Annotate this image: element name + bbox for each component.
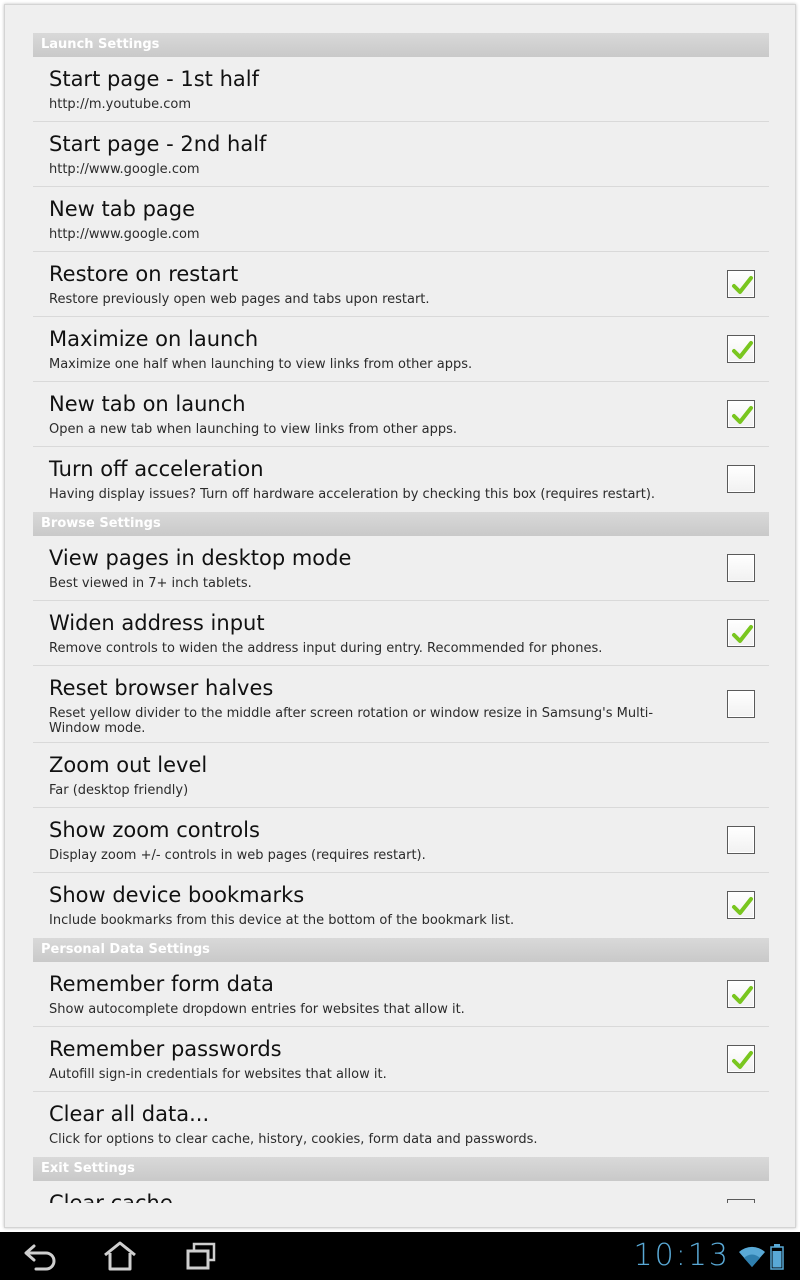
pref-title: Turn off acceleration — [49, 457, 264, 481]
section-header-launch: Launch Settings — [33, 33, 769, 57]
pref-summary: Maximize one half when launching to view… — [49, 357, 473, 372]
pref-reset-browser-halves[interactable]: Reset browser halves Reset yellow divider… — [33, 666, 769, 743]
pref-title: Start page - 2nd half — [49, 132, 267, 156]
checkbox-reset-browser-halves[interactable] — [727, 690, 755, 718]
wifi-icon — [738, 1246, 766, 1272]
recent-apps-icon[interactable] — [182, 1240, 222, 1272]
system-navigation-bar: 10:13 — [0, 1232, 800, 1280]
battery-icon — [770, 1244, 784, 1274]
checkmark-icon — [732, 341, 753, 359]
pref-show-zoom-controls[interactable]: Show zoom controls Display zoom +/- contr… — [33, 808, 769, 873]
pref-title: View pages in desktop mode — [49, 546, 352, 570]
preference-list[interactable]: Launch Settings Start page - 1st half http… — [33, 33, 769, 1203]
checkbox-remember-passwords[interactable] — [727, 1045, 755, 1073]
checkbox-restore-on-restart[interactable] — [727, 270, 755, 298]
pref-clear-all-data[interactable]: Clear all data... Click for options to cl… — [33, 1092, 769, 1157]
pref-restore-on-restart[interactable]: Restore on restart Restore previously ope… — [33, 252, 769, 317]
pref-summary: Include bookmarks from this device at th… — [49, 913, 515, 928]
pref-zoom-out-level[interactable]: Zoom out level Far (desktop friendly) — [33, 743, 769, 808]
checkbox-clear-cache[interactable] — [727, 1199, 755, 1203]
pref-title: Widen address input — [49, 611, 265, 635]
pref-summary: Display zoom +/- controls in web pages (… — [49, 848, 426, 863]
pref-widen-address-input[interactable]: Widen address input Remove controls to wi… — [33, 601, 769, 666]
pref-new-tab-on-launch[interactable]: New tab on launch Open a new tab when lau… — [33, 382, 769, 447]
pref-title: New tab page — [49, 197, 196, 221]
checkmark-icon — [732, 406, 753, 424]
settings-panel: Launch Settings Start page - 1st half http… — [4, 4, 796, 1228]
pref-summary: Best viewed in 7+ inch tablets. — [49, 576, 252, 591]
checkmark-icon — [732, 625, 753, 643]
pref-summary: Reset yellow divider to the middle after… — [49, 706, 654, 736]
pref-title: Start page - 1st half — [49, 67, 259, 91]
pref-summary: Restore previously open web pages and ta… — [49, 292, 430, 307]
settings-window: Launch Settings Start page - 1st half http… — [0, 0, 800, 1232]
pref-title: Remember form data — [49, 972, 274, 996]
pref-new-tab-page[interactable]: New tab page http://www.google.com — [33, 187, 769, 252]
pref-title: Maximize on launch — [49, 327, 259, 351]
pref-title: Show device bookmarks — [49, 883, 305, 907]
back-icon[interactable] — [22, 1240, 62, 1272]
pref-summary: Click for options to clear cache, histor… — [49, 1132, 538, 1147]
pref-summary: Having display issues? Turn off hardware… — [49, 487, 656, 502]
pref-summary: Far (desktop friendly) — [49, 783, 189, 798]
pref-start-page-1st-half[interactable]: Start page - 1st half http://m.youtube.co… — [33, 57, 769, 122]
section-header-exit: Exit Settings — [33, 1157, 769, 1181]
pref-title: Clear cache — [49, 1191, 173, 1203]
checkmark-icon — [732, 1051, 753, 1069]
pref-summary: Show autocomplete dropdown entries for w… — [49, 1002, 465, 1017]
section-header-personal: Personal Data Settings — [33, 938, 769, 962]
checkbox-widen-address-input[interactable] — [727, 619, 755, 647]
checkmark-icon — [732, 276, 753, 294]
checkbox-remember-form-data[interactable] — [727, 980, 755, 1008]
section-header-browse: Browse Settings — [33, 512, 769, 536]
checkmark-icon — [732, 897, 753, 915]
pref-start-page-2nd-half[interactable]: Start page - 2nd half http://www.google.c… — [33, 122, 769, 187]
status-clock: 10:13 — [633, 1238, 730, 1273]
pref-title: Zoom out level — [49, 753, 208, 777]
pref-summary: Remove controls to widen the address inp… — [49, 641, 603, 656]
pref-title: Remember passwords — [49, 1037, 282, 1061]
pref-summary: http://www.google.com — [49, 227, 200, 242]
checkbox-new-tab-on-launch[interactable] — [727, 400, 755, 428]
pref-summary: http://m.youtube.com — [49, 97, 191, 112]
checkbox-turn-off-acceleration[interactable] — [727, 465, 755, 493]
checkbox-view-pages-in-desktop-mode[interactable] — [727, 554, 755, 582]
pref-title: Restore on restart — [49, 262, 239, 286]
pref-summary: Autofill sign-in credentials for website… — [49, 1067, 387, 1082]
pref-title: Show zoom controls — [49, 818, 260, 842]
pref-remember-form-data[interactable]: Remember form data Show autocomplete drop… — [33, 962, 769, 1027]
pref-maximize-on-launch[interactable]: Maximize on launch Maximize one half when… — [33, 317, 769, 382]
checkbox-show-zoom-controls[interactable] — [727, 826, 755, 854]
checkbox-show-device-bookmarks[interactable] — [727, 891, 755, 919]
pref-view-pages-in-desktop-mode[interactable]: View pages in desktop mode Best viewed in… — [33, 536, 769, 601]
pref-clear-cache[interactable]: Clear cache — [33, 1181, 769, 1203]
checkbox-maximize-on-launch[interactable] — [727, 335, 755, 363]
home-icon[interactable] — [100, 1240, 140, 1272]
pref-summary: Open a new tab when launching to view li… — [49, 422, 457, 437]
pref-remember-passwords[interactable]: Remember passwords Autofill sign-in crede… — [33, 1027, 769, 1092]
pref-show-device-bookmarks[interactable]: Show device bookmarks Include bookmarks f… — [33, 873, 769, 938]
pref-title: New tab on launch — [49, 392, 246, 416]
pref-turn-off-acceleration[interactable]: Turn off acceleration Having display issu… — [33, 447, 769, 512]
pref-title: Reset browser halves — [49, 676, 274, 700]
checkmark-icon — [732, 986, 753, 1004]
pref-title: Clear all data... — [49, 1102, 210, 1126]
pref-summary: http://www.google.com — [49, 162, 200, 177]
